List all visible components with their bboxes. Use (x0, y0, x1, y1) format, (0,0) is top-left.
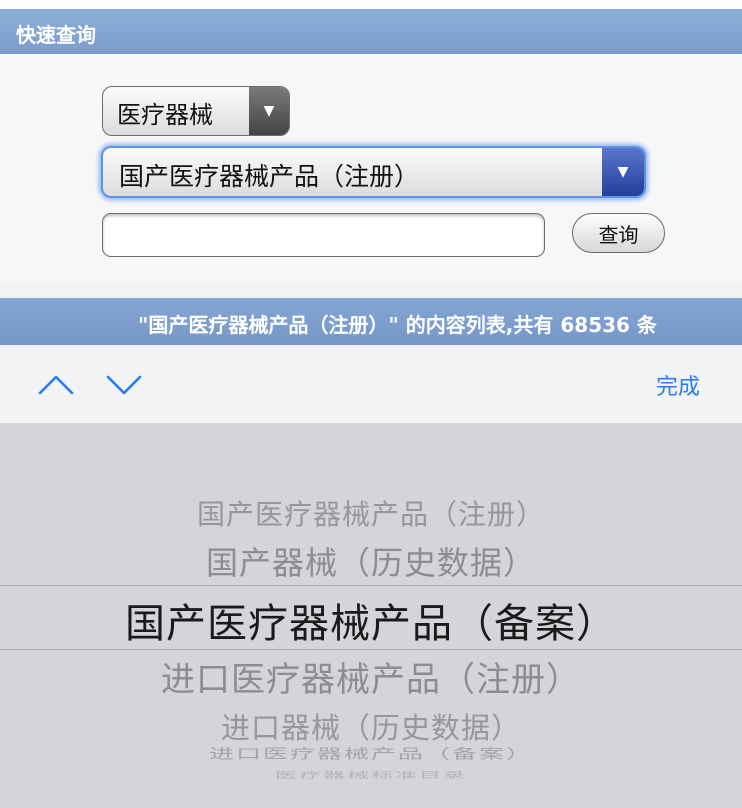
picker-option[interactable]: 国产医疗器械产品（注册） (0, 493, 742, 533)
dropdown-arrow-icon: ▼ (602, 148, 644, 196)
query-button[interactable]: 查询 (572, 213, 665, 253)
picker-option-selected[interactable]: 国产医疗器械产品（备案） (0, 591, 742, 649)
chevron-down-icon[interactable] (104, 367, 144, 403)
header-title: 快速查询 (16, 23, 96, 47)
query-input[interactable] (102, 213, 545, 257)
result-summary-text: "国产医疗器械产品（注册）" 的内容列表,共有 68536 条 (138, 313, 657, 337)
keyboard-toolbar: 完成 (0, 345, 742, 423)
picker-option[interactable]: 进口器械（历史数据） (0, 705, 742, 747)
picker-option[interactable]: 进口医疗器械产品（注册） (0, 652, 742, 701)
picker-option[interactable]: 医疗器械标准目录 (0, 768, 742, 781)
type-select[interactable]: 国产医疗器械产品（注册） ▼ (101, 146, 646, 198)
picker-option[interactable]: 国产器械（历史数据） (0, 538, 742, 584)
picker-option[interactable]: 进口医疗器械产品（备案） (0, 743, 742, 763)
option-picker[interactable]: 国产医疗器械产品（注册） 国产器械（历史数据） 国产医疗器械产品（备案） 进口医… (0, 423, 742, 808)
chevron-up-icon[interactable] (36, 367, 76, 403)
picker-selection-top-line (0, 585, 742, 586)
done-button[interactable]: 完成 (656, 369, 700, 401)
quick-search-header: 快速查询 (0, 9, 742, 54)
type-select-value: 国产医疗器械产品（注册） (119, 162, 420, 191)
picker-selection-bottom-line (0, 649, 742, 650)
result-summary-bar: "国产医疗器械产品（注册）" 的内容列表,共有 68536 条 (0, 298, 742, 345)
dropdown-arrow-icon: ▼ (249, 87, 289, 135)
category-select[interactable]: 医疗器械 ▼ (102, 86, 290, 136)
category-select-value: 医疗器械 (117, 101, 213, 129)
top-strip (0, 0, 742, 9)
